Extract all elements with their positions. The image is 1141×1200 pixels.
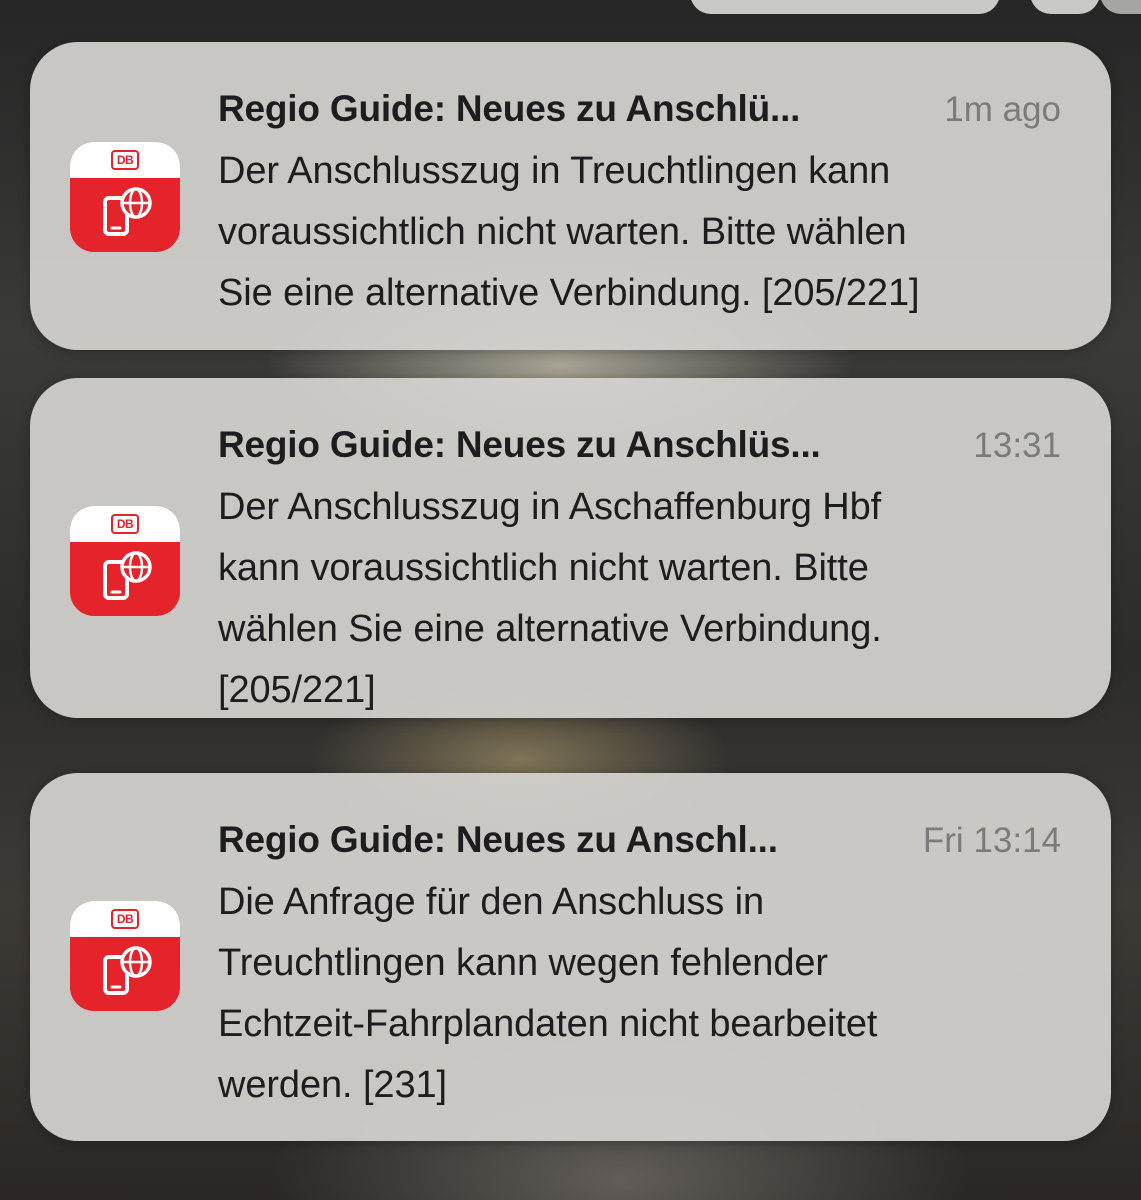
notification-card[interactable]: DB Regio Guide: Neues zu Anschlüs... 13:… — [30, 378, 1111, 718]
notification-title: Regio Guide: Neues zu Anschlüs... — [218, 424, 821, 465]
notification-body-line: Sie eine alternative Verbindung. [205/22… — [218, 272, 920, 314]
db-logo: DB — [111, 150, 139, 170]
notification-body: Die Anfrage für den Anschluss in Treucht… — [218, 872, 1078, 1116]
notification-body-line: Echtzeit-Fahrplandaten nicht bearbeitet — [218, 1003, 878, 1045]
notification-body-line: werden. [231] — [218, 1064, 447, 1106]
db-logo: DB — [111, 909, 139, 929]
notification-body-line: kann voraussichtlich nicht warten. Bitte — [218, 547, 869, 589]
partial-notification-stack[interactable] — [690, 0, 1000, 14]
phone-globe-icon — [103, 551, 152, 600]
phone-globe-icon — [103, 946, 152, 995]
notification-body: Der Anschlusszug in Aschaffenburg Hbf ka… — [218, 477, 1078, 721]
notification-body-line: Treuchtlingen kann wegen fehlender — [218, 942, 828, 984]
icon-header: DB — [70, 901, 180, 937]
notification-body-line: Die Anfrage für den Anschluss in — [218, 881, 765, 923]
notification-card[interactable]: DB Regio Guide: Neues zu Anschl... Fri 1… — [30, 773, 1111, 1141]
db-logo: DB — [111, 514, 139, 534]
icon-header: DB — [70, 142, 180, 178]
notification-time: Fri 13:14 — [922, 821, 1061, 860]
notification-title: Regio Guide: Neues zu Anschlü... — [218, 88, 801, 129]
icon-header: DB — [70, 506, 180, 542]
notification-body-line: Der Anschlusszug in Treuchtlingen kann — [218, 150, 891, 192]
notification-body-line: voraussichtlich nicht warten. Bitte wähl… — [218, 211, 907, 253]
notification-body-line: Der Anschlusszug in Aschaffenburg Hbf — [218, 486, 882, 528]
db-regio-guide-icon: DB — [70, 506, 180, 616]
notification-body: Der Anschlusszug in Treuchtlingen kann v… — [218, 141, 1078, 324]
notification-time: 13:31 — [973, 426, 1061, 465]
notification-title: Regio Guide: Neues zu Anschl... — [218, 819, 778, 860]
notification-body-line: wählen Sie eine alternative Verbindung. — [218, 608, 882, 650]
notification-body-line: [205/221] — [218, 669, 376, 711]
notification-time: 1m ago — [944, 90, 1061, 129]
phone-globe-icon — [103, 187, 152, 236]
notification-card[interactable]: DB Regio Guide: Neues zu Anschlü... 1m a… — [30, 42, 1111, 350]
db-regio-guide-icon: DB — [70, 901, 180, 1011]
db-regio-guide-icon: DB — [70, 142, 180, 252]
